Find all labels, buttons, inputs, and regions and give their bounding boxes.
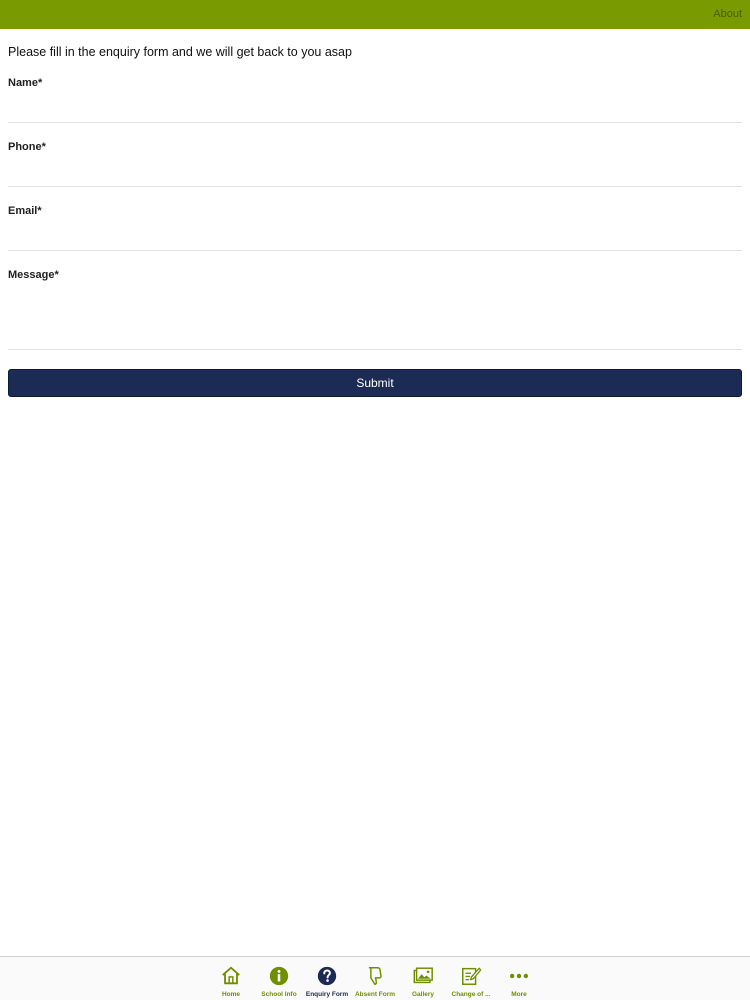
top-bar: About (0, 0, 750, 29)
tab-school-info-label: School Info (261, 991, 297, 998)
email-input[interactable] (8, 217, 742, 251)
tab-gallery-label: Gallery (411, 991, 435, 998)
about-link[interactable]: About (713, 8, 742, 20)
edit-icon (462, 967, 482, 985)
enquiry-form: Please fill in the enquiry form and we w… (8, 29, 742, 397)
message-field-group: Message* (8, 269, 742, 350)
tab-more-label: More (511, 991, 527, 998)
tab-school-info[interactable]: School Info (255, 965, 303, 999)
name-field-group: Name* (8, 77, 742, 123)
email-label: Email* (8, 205, 42, 217)
info-icon (269, 966, 289, 986)
bottom-tab-bar: Home School Info Enquiry Form Absent For… (0, 956, 750, 1000)
message-textarea[interactable] (8, 281, 742, 350)
more-icon (509, 973, 529, 979)
tab-enquiry-form[interactable]: Enquiry Form (303, 965, 351, 999)
tab-change-of[interactable]: Change of ... (447, 965, 495, 999)
tab-home-label: Home (221, 991, 241, 998)
phone-label: Phone* (8, 141, 46, 153)
home-icon (222, 966, 240, 985)
phone-input[interactable] (8, 153, 742, 187)
message-label: Message* (8, 269, 59, 281)
tab-change-of-label: Change of ... (451, 991, 491, 998)
submit-button[interactable]: Submit (8, 369, 742, 397)
tab-absent-form[interactable]: Absent Form (351, 965, 399, 999)
name-label: Name* (8, 77, 43, 89)
question-icon (317, 966, 337, 986)
phone-field-group: Phone* (8, 141, 742, 187)
tab-absent-form-label: Absent Form (354, 991, 396, 998)
tab-gallery[interactable]: Gallery (399, 965, 447, 999)
thumbs-down-icon (368, 967, 382, 985)
form-intro: Please fill in the enquiry form and we w… (8, 45, 352, 59)
email-field-group: Email* (8, 205, 742, 251)
tab-home[interactable]: Home (207, 965, 255, 999)
tab-more[interactable]: More (495, 965, 543, 999)
gallery-icon (413, 967, 433, 984)
tab-enquiry-form-label: Enquiry Form (305, 991, 349, 998)
name-input[interactable] (8, 89, 742, 123)
